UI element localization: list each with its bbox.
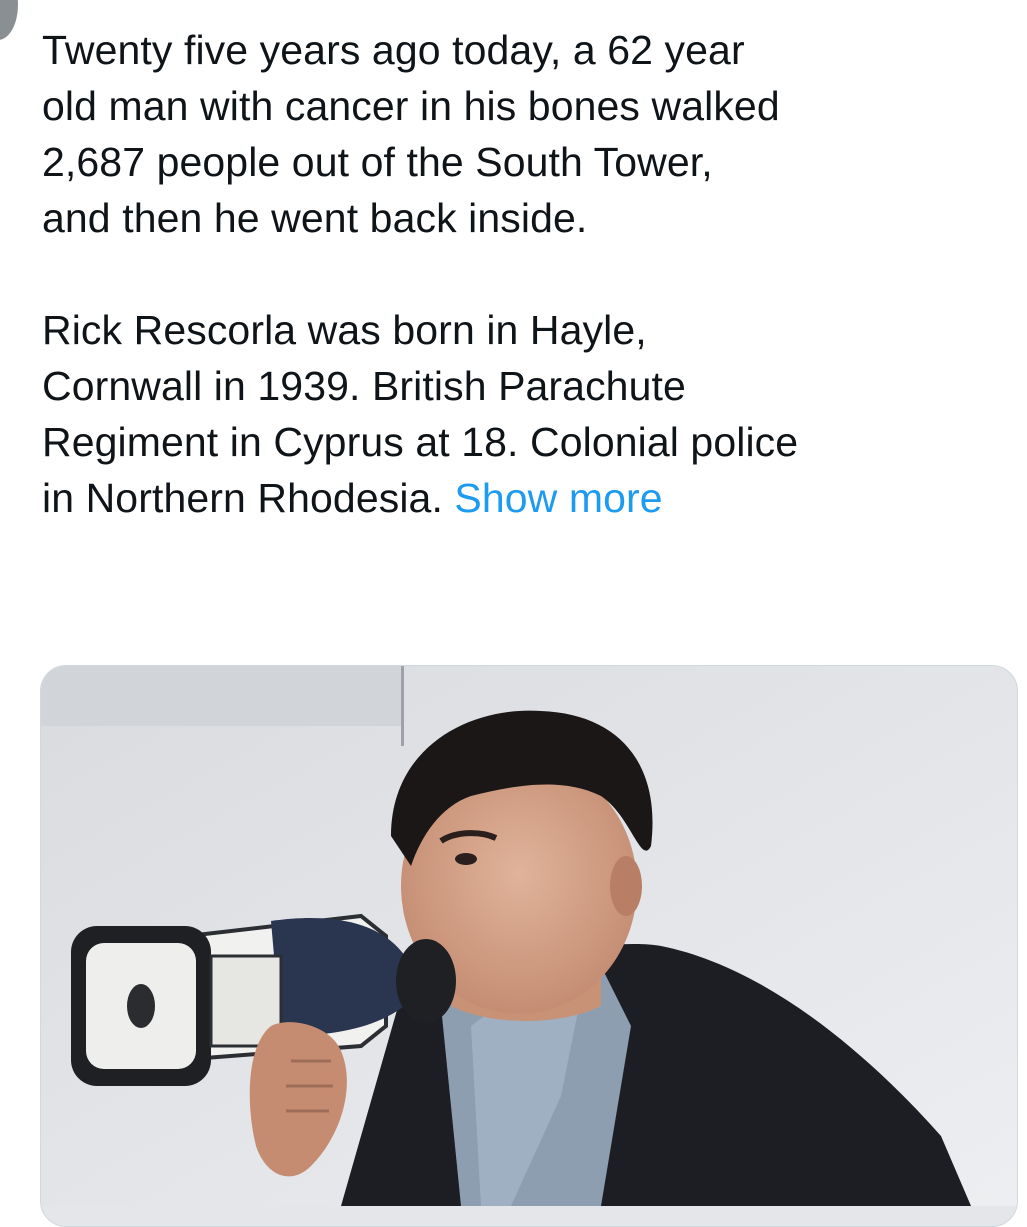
tweet-paragraph-2: Rick Rescorla was born in Hayle, Cornwal… <box>42 302 1017 526</box>
avatar[interactable] <box>0 0 18 40</box>
photo-icon <box>41 666 1017 1206</box>
tweet-paragraph-1: Twenty five years ago today, a 62 year o… <box>42 27 780 241</box>
tweet-paragraph-2-text: Rick Rescorla was born in Hayle, Cornwal… <box>42 307 799 521</box>
show-more-link[interactable]: Show more <box>454 475 662 521</box>
tweet-text: Twenty five years ago today, a 62 year o… <box>42 22 1017 526</box>
tweet-photo[interactable] <box>40 665 1018 1227</box>
